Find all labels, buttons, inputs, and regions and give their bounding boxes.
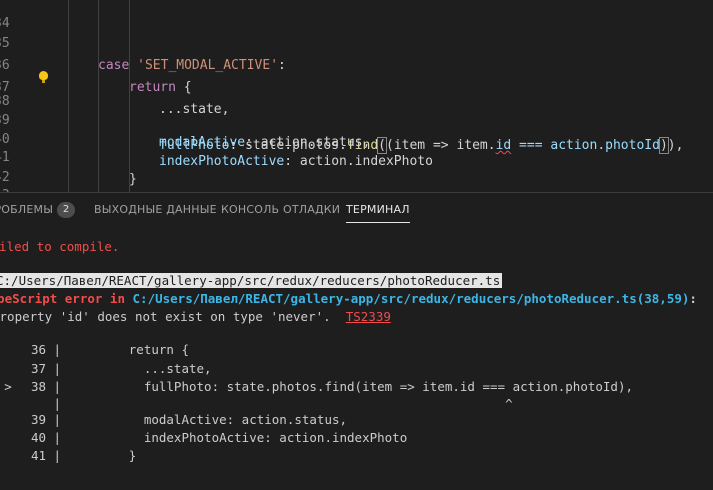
code-line[interactable]: 44 return state <box>0 181 713 192</box>
lightbulb-icon[interactable] <box>39 71 48 83</box>
tab-debug-console[interactable]: КОНСОЛЬ ОТЛАДКИ <box>221 193 340 227</box>
code-line[interactable]: 35 case 'SET_MODAL_ACTIVE': <box>0 11 713 73</box>
problems-count-badge: 2 <box>57 202 76 218</box>
snippet-line: 40 | indexPhotoActive: action.indexPhoto <box>30 430 408 445</box>
snippet-line: 41 | } <box>30 448 137 463</box>
file-path: C:/Users/Павел/REACT/gallery-app/src/red… <box>0 272 503 290</box>
error-message: Property 'id' does not exist on type 'ne… <box>0 309 391 324</box>
code-editor[interactable]: 34 35 case 'SET_MODAL_ACTIVE': 36 return… <box>0 0 713 192</box>
tab-problems[interactable]: ПРОБЛЕМЫ2 <box>0 193 76 227</box>
error-header: TypeScript error in C:/Users/Павел/REACT… <box>0 291 697 306</box>
error-code-link[interactable]: TS2339 <box>346 309 391 324</box>
tab-output[interactable]: ВЫХОДНЫЕ ДАННЫЕ <box>94 193 217 227</box>
tab-terminal[interactable]: ТЕРМИНАЛ <box>346 193 410 227</box>
snippet-line: 36 | return { <box>30 342 189 357</box>
snippet-line: 37 | ...state, <box>30 361 212 376</box>
snippet-line-error: >38 | fullPhoto: state.photos.find(item … <box>4 379 634 394</box>
code-line[interactable]: 36 return { <box>0 33 713 95</box>
compile-status: Failed to compile. <box>0 239 120 254</box>
code-line[interactable]: 41 } <box>0 125 713 187</box>
panel-tabs: ПРОБЛЕМЫ2 ВЫХОДНЫЕ ДАННЫЕ КОНСОЛЬ ОТЛАДК… <box>0 193 713 227</box>
terminal-output[interactable]: Failed to compile. C:/Users/Павел/REACT/… <box>0 227 713 490</box>
snippet-line: 39 | modalActive: action.status, <box>30 412 348 427</box>
error-location-link[interactable]: C:/Users/Павел/REACT/gallery-app/src/red… <box>133 291 690 306</box>
